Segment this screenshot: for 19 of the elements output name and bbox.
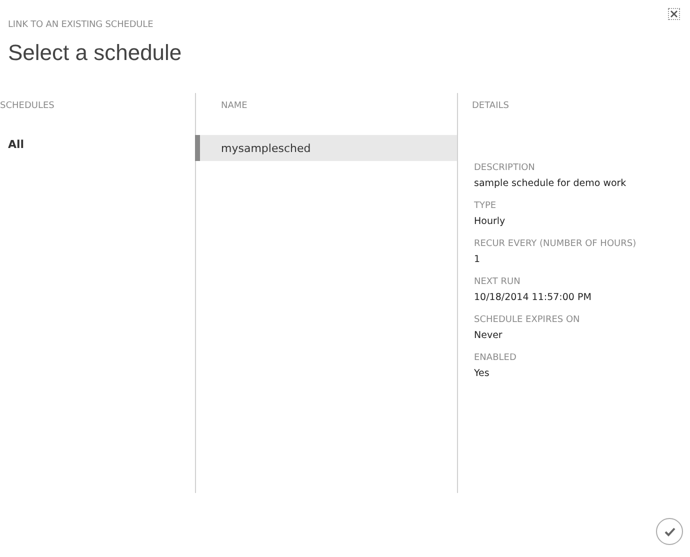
detail-value: 10/18/2014 11:57:00 PM (474, 292, 592, 303)
detail-label: DESCRIPTION (474, 163, 536, 173)
detail-label: RECUR EVERY (NUMBER OF HOURS) (474, 239, 638, 249)
detail-value: sample schedule for demo work (474, 178, 628, 189)
schedule-list-item[interactable]: mysamplesched (195, 135, 457, 161)
dialog-title: Select a schedule (8, 40, 183, 66)
detail-label: TYPE (474, 201, 498, 211)
detail-value: 1 (474, 254, 482, 265)
schedule-filter-item[interactable]: All (0, 111, 195, 151)
detail-value: Hourly (474, 216, 506, 227)
column-heading: DETAILS (471, 100, 510, 111)
dialog-subtitle: LINK TO AN EXISTING SCHEDULE (8, 20, 154, 30)
detail-label: NEXT RUN (474, 277, 522, 287)
column-heading: NAME (220, 100, 248, 111)
detail-label: SCHEDULE EXPIRES ON (474, 315, 581, 325)
detail-value: Never (474, 330, 504, 341)
detail-value: Yes (474, 368, 490, 379)
column-heading: SCHEDULES (0, 100, 56, 111)
detail-label: ENABLED (474, 353, 518, 363)
